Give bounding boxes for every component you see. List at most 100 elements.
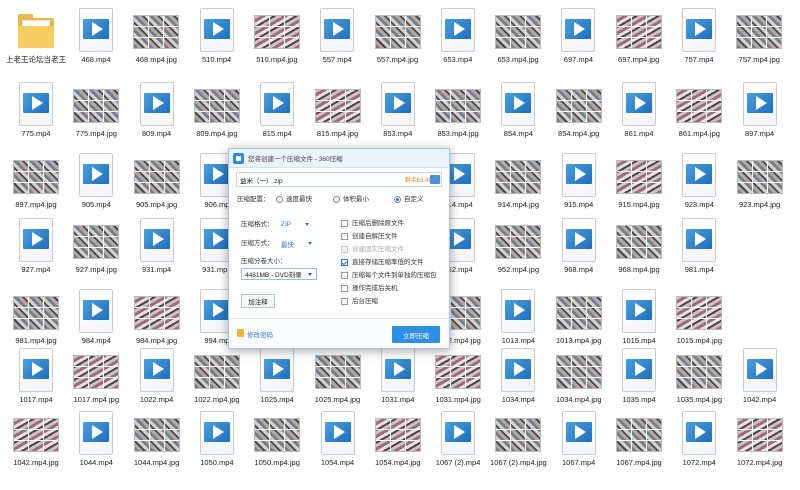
separate-archives-checkbox[interactable] xyxy=(341,272,348,279)
file-item[interactable]: 1044.mp4 xyxy=(66,409,126,475)
file-item[interactable]: 1067.mp4.jpg xyxy=(609,409,669,475)
file-item[interactable]: 557.mp4 xyxy=(307,6,367,72)
file-item[interactable]: 854.mp4 xyxy=(488,80,548,146)
file-item[interactable]: 914.mp4.jpg xyxy=(488,151,548,217)
self-extract-checkbox[interactable] xyxy=(341,233,348,240)
file-item[interactable]: 1067 (2).mp4 xyxy=(428,409,488,475)
file-item[interactable]: 1067.mp4 xyxy=(549,409,609,475)
file-item[interactable]: 1031.mp4.jpg xyxy=(428,346,488,412)
file-item[interactable]: 1042.mp4.jpg xyxy=(6,409,66,475)
file-item[interactable]: 697.mp4 xyxy=(548,6,608,72)
file-item[interactable]: 897.mp4.jpg xyxy=(6,151,66,217)
file-item[interactable]: 1034.mp4.jpg xyxy=(549,346,609,412)
file-item[interactable]: 968.mp4 xyxy=(549,216,609,282)
profile-fast-radio[interactable] xyxy=(276,196,283,203)
file-item[interactable]: 1022.mp4.jpg xyxy=(187,346,247,412)
file-label: 853.mp4 xyxy=(383,129,413,138)
delete-source-checkbox[interactable] xyxy=(341,220,348,227)
file-item[interactable]: 468.mp4 xyxy=(66,6,126,72)
file-label: 1054.mp4.jpg xyxy=(375,458,421,467)
file-item[interactable]: 952.mp4.jpg xyxy=(488,216,548,282)
file-item[interactable]: 861.mp4.jpg xyxy=(669,80,729,146)
file-item[interactable]: 510.mp4.jpg xyxy=(247,6,307,72)
file-item[interactable]: 815.mp4.jpg xyxy=(308,80,368,146)
file-item[interactable]: 897.mp4 xyxy=(730,80,790,146)
file-item[interactable]: 757.mp4 xyxy=(669,6,729,72)
method-select[interactable]: 最快 xyxy=(281,238,317,249)
file-item[interactable]: 1022.mp4 xyxy=(127,346,187,412)
file-item[interactable]: 853.mp4 xyxy=(368,80,428,146)
background-checkbox[interactable] xyxy=(341,298,348,305)
file-item[interactable]: 915.mp4.jpg xyxy=(609,151,669,217)
volume-select[interactable]: 4481MB - DVD刻录 xyxy=(241,268,317,280)
file-item[interactable]: 1017.mp4.jpg xyxy=(66,346,126,412)
file-item[interactable]: 1054.mp4.jpg xyxy=(368,409,428,475)
file-item[interactable]: 1035.mp4 xyxy=(609,346,669,412)
file-item[interactable]: 653.mp4 xyxy=(428,6,488,72)
file-item[interactable]: 815.mp4 xyxy=(247,80,307,146)
store-low-ratio-label: 直接存储压缩率低的文件 xyxy=(352,259,424,266)
image-thumbnail-icon xyxy=(555,355,602,389)
file-item[interactable]: 923.mp4.jpg xyxy=(730,151,790,217)
file-item[interactable]: 905.mp4.jpg xyxy=(127,151,187,217)
archive-name-input[interactable]: 益米（一）.zip 剩余63.4GB xyxy=(236,172,442,187)
file-item[interactable]: 931.mp4 xyxy=(127,216,187,282)
file-item[interactable]: 1042.mp4 xyxy=(730,346,790,412)
self-extract-label: 创建自解压文件 xyxy=(352,233,398,240)
file-item[interactable]: 1015.mp4 xyxy=(609,287,669,353)
file-item[interactable]: 984.mp4.jpg xyxy=(127,287,187,353)
format-select[interactable]: ZIP xyxy=(281,219,317,230)
store-low-ratio-checkbox[interactable] xyxy=(341,259,348,266)
solid-archive-checkbox[interactable] xyxy=(341,246,348,253)
file-item[interactable]: 809.mp4.jpg xyxy=(187,80,247,146)
file-item[interactable]: 757.mp4.jpg xyxy=(729,6,789,72)
file-item[interactable]: 1072.mp4.jpg xyxy=(730,409,790,475)
file-item[interactable]: 968.mp4.jpg xyxy=(609,216,669,282)
file-item[interactable]: 557.mp4.jpg xyxy=(368,6,428,72)
file-item[interactable]: 984.mp4 xyxy=(66,287,126,353)
profile-small-radio[interactable] xyxy=(333,196,340,203)
file-item[interactable]: 468.mp4.jpg xyxy=(126,6,186,72)
file-item[interactable]: 981.mp4 xyxy=(669,216,729,282)
file-item[interactable]: 1015.mp4.jpg xyxy=(669,287,729,353)
file-label: 815.mp4.jpg xyxy=(316,129,359,138)
browse-folder-icon[interactable] xyxy=(430,175,440,184)
file-item[interactable]: 510.mp4 xyxy=(187,6,247,72)
file-item[interactable]: 1067 (2).mp4.jpg xyxy=(488,409,548,475)
file-item[interactable]: 915.mp4 xyxy=(549,151,609,217)
file-item[interactable]: 1054.mp4 xyxy=(308,409,368,475)
file-item[interactable]: 853.mp4.jpg xyxy=(428,80,488,146)
file-item[interactable]: 927.mp4 xyxy=(6,216,66,282)
profile-custom-radio[interactable] xyxy=(394,196,401,203)
file-item[interactable]: 1013.mp4.jpg xyxy=(549,287,609,353)
file-item[interactable]: 1050.mp4.jpg xyxy=(247,409,307,475)
file-item[interactable]: 775.mp4 xyxy=(6,80,66,146)
file-item[interactable]: 905.mp4 xyxy=(66,151,126,217)
folder-item[interactable]: 上老王论坛当老王 xyxy=(6,6,66,72)
file-item[interactable]: 923.mp4 xyxy=(669,151,729,217)
start-compress-button[interactable]: 立即压缩 xyxy=(392,326,440,343)
file-item[interactable]: 1072.mp4 xyxy=(669,409,729,475)
file-item[interactable]: 1044.mp4.jpg xyxy=(127,409,187,475)
file-item[interactable]: 1034.mp4 xyxy=(488,346,548,412)
file-item[interactable]: 1035.mp4.jpg xyxy=(669,346,729,412)
file-item[interactable]: 697.mp4.jpg xyxy=(609,6,669,72)
comment-button[interactable]: 加注释 xyxy=(241,294,275,308)
file-item[interactable]: 809.mp4 xyxy=(127,80,187,146)
file-item[interactable]: 1050.mp4 xyxy=(187,409,247,475)
file-item[interactable]: 1013.mp4 xyxy=(488,287,548,353)
file-item[interactable]: 653.mp4.jpg xyxy=(488,6,548,72)
file-item[interactable]: 981.mp4.jpg xyxy=(6,287,66,353)
video-file-icon xyxy=(561,218,596,262)
file-item[interactable]: 1031.mp4 xyxy=(368,346,428,412)
file-item[interactable]: 1017.mp4 xyxy=(6,346,66,412)
file-item[interactable]: 927.mp4.jpg xyxy=(66,216,126,282)
file-item[interactable]: 861.mp4 xyxy=(609,80,669,146)
edit-password-link[interactable]: 修改密码 xyxy=(247,329,273,339)
file-item[interactable]: 1025.mp4 xyxy=(247,346,307,412)
file-item[interactable]: 775.mp4.jpg xyxy=(66,80,126,146)
shutdown-checkbox[interactable] xyxy=(341,285,348,292)
file-item[interactable]: 854.mp4.jpg xyxy=(549,80,609,146)
file-label: 697.mp4.jpg xyxy=(618,55,660,64)
file-item[interactable]: 1025.mp4.jpg xyxy=(308,346,368,412)
